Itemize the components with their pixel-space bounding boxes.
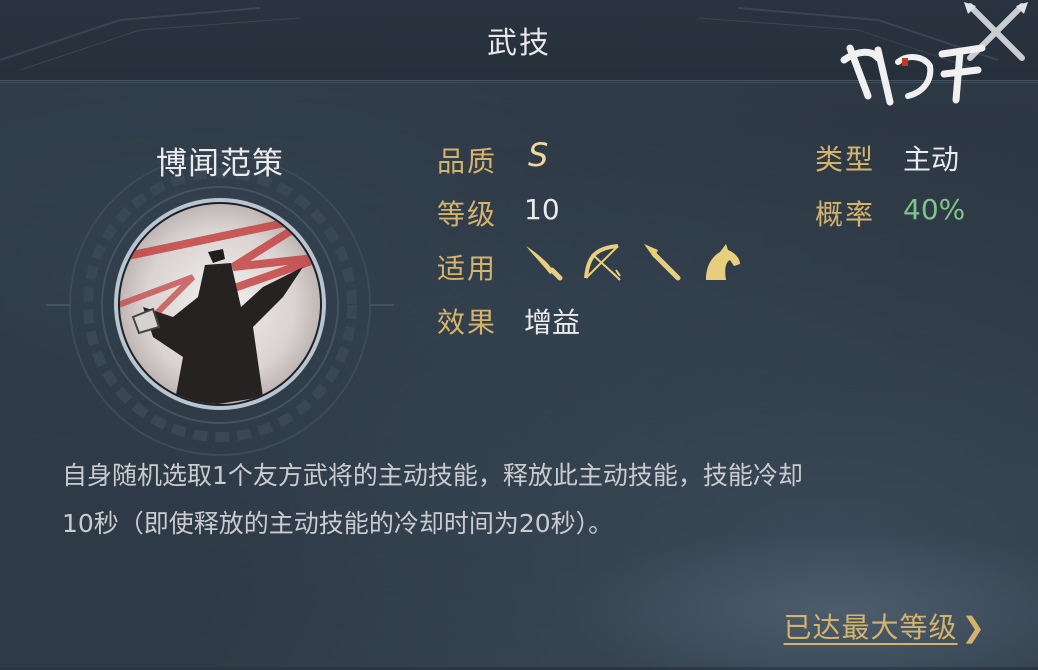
applies-label: 适用 xyxy=(437,252,498,285)
chevron-right-icon: ❯ xyxy=(961,611,986,644)
max-level-link[interactable]: 已达最大等级 ❯ xyxy=(784,606,986,646)
rate-label: 概率 xyxy=(815,198,876,231)
skill-name: 博闻范策 xyxy=(156,146,284,182)
type-label: 类型 xyxy=(815,143,876,176)
rate-value: 40% xyxy=(903,193,966,226)
bow-icon xyxy=(584,244,621,281)
description-line: 自身随机选取1个友方武将的主动技能，释放此主动技能，技能冷却 xyxy=(62,461,803,490)
level-label: 等级 xyxy=(437,198,498,231)
max-level-label: 已达最大等级 xyxy=(783,611,958,644)
skill-portrait xyxy=(114,198,326,410)
skill-description: 自身随机选取1个友方武将的主动技能，释放此主动技能，技能冷却 10秒（即使释放的… xyxy=(62,452,982,548)
effect-value: 增益 xyxy=(524,306,581,339)
horse-icon xyxy=(706,244,740,280)
effect-label: 效果 xyxy=(437,306,498,339)
description-line: 10秒（即使释放的主动技能的冷却时间为20秒）。 xyxy=(62,509,614,538)
quality-value: S xyxy=(528,136,549,174)
level-value: 10 xyxy=(524,193,560,226)
quality-label: 品质 xyxy=(437,145,498,178)
type-value: 主动 xyxy=(903,143,960,176)
spear-icon xyxy=(644,244,681,281)
game-logo-graphic xyxy=(840,44,986,106)
saber-icon xyxy=(526,246,563,281)
game-logo xyxy=(838,40,988,116)
